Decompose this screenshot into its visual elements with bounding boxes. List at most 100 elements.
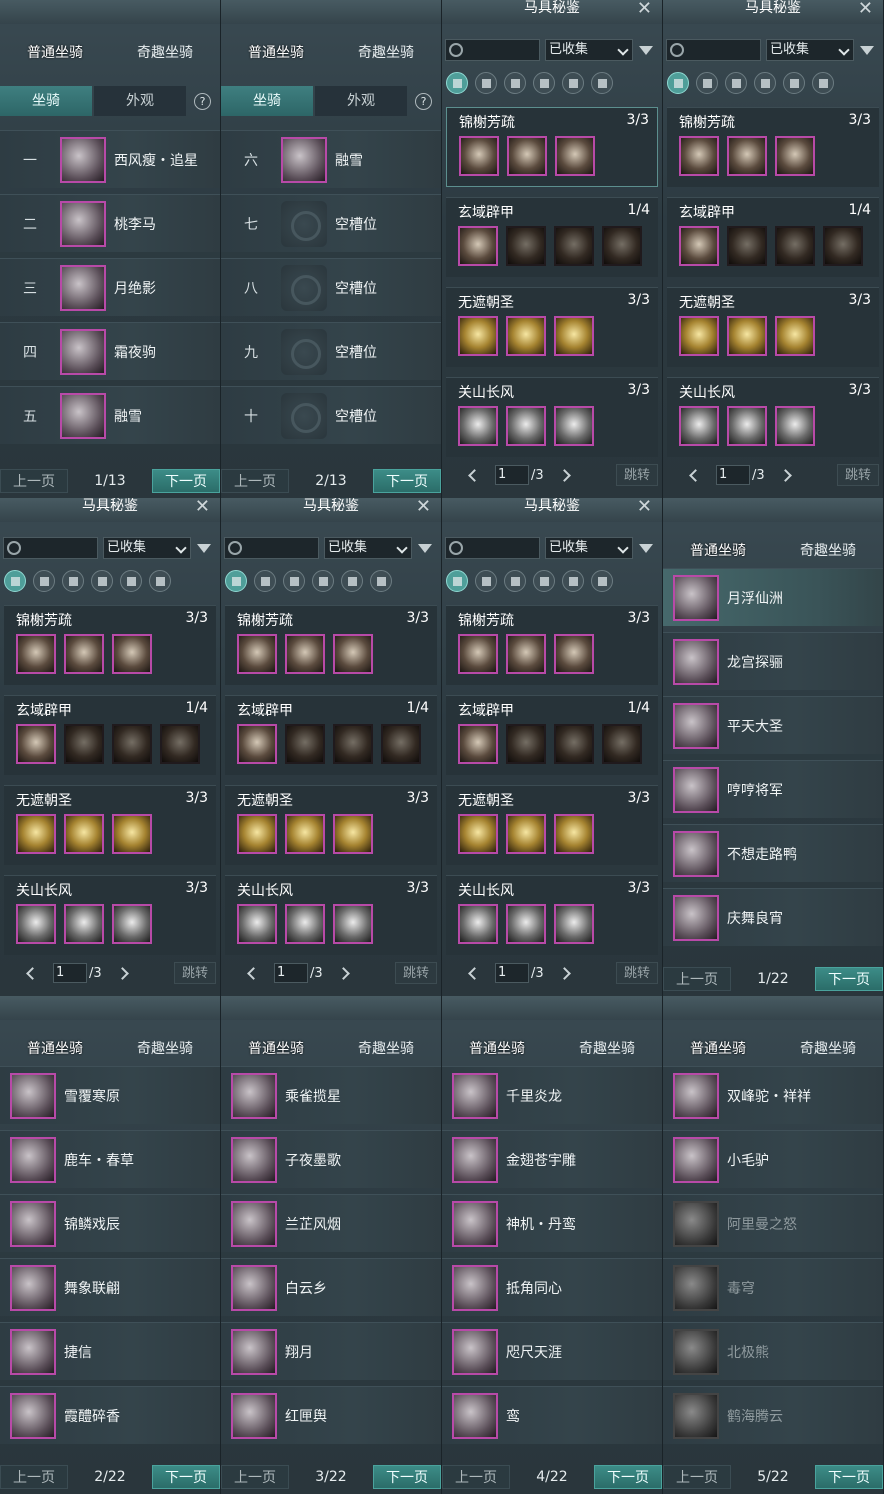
equipment-item[interactable] bbox=[775, 406, 815, 446]
equipment-item[interactable] bbox=[333, 634, 373, 674]
equipment-set[interactable]: 无遮朝圣 3/3 bbox=[446, 785, 658, 865]
mount-row[interactable]: 捷信 bbox=[0, 1322, 220, 1380]
mount-row[interactable]: 鹿车・春草 bbox=[0, 1130, 220, 1188]
equipment-item[interactable] bbox=[237, 904, 277, 944]
close-icon[interactable]: ✕ bbox=[195, 498, 210, 517]
mount-row[interactable]: 毒穹 bbox=[663, 1258, 883, 1316]
equipment-item[interactable] bbox=[458, 316, 498, 356]
tab-normal-mounts[interactable]: 普通坐骑 bbox=[242, 38, 310, 68]
equipment-item[interactable] bbox=[64, 634, 104, 674]
hoof-category-icon[interactable] bbox=[120, 570, 142, 592]
next-page-button[interactable]: 下一页 bbox=[372, 1465, 441, 1489]
search-input[interactable] bbox=[3, 537, 98, 559]
equipment-set[interactable]: 玄域辟甲 1/4 bbox=[446, 695, 658, 775]
collection-filter-select[interactable]: 已收集 bbox=[545, 39, 633, 61]
slot-row[interactable]: 一 西风瘦・追星 bbox=[0, 130, 220, 188]
bridle-category-icon[interactable] bbox=[591, 72, 613, 94]
equipment-set[interactable]: 锦榭芳疏 3/3 bbox=[225, 605, 437, 685]
saddle-category-icon[interactable] bbox=[754, 72, 776, 94]
tab-normal-mounts[interactable]: 普通坐骑 bbox=[684, 536, 752, 566]
equipment-item[interactable] bbox=[285, 634, 325, 674]
search-input[interactable] bbox=[666, 39, 761, 61]
mount-row[interactable]: 雪覆寒原 bbox=[0, 1066, 220, 1124]
equipment-item[interactable] bbox=[458, 814, 498, 854]
equipment-item[interactable] bbox=[333, 814, 373, 854]
head-category-icon[interactable] bbox=[504, 570, 526, 592]
equipment-set[interactable]: 锦榭芳疏 3/3 bbox=[446, 107, 658, 187]
help-icon[interactable]: ? bbox=[194, 92, 211, 110]
mount-row[interactable]: 红匣舆 bbox=[221, 1386, 441, 1444]
saddle-category-icon[interactable] bbox=[533, 570, 555, 592]
mount-row[interactable]: 乘雀揽星 bbox=[221, 1066, 441, 1124]
filter-icon[interactable] bbox=[639, 45, 653, 55]
equipment-set[interactable]: 锦榭芳疏 3/3 bbox=[667, 107, 879, 187]
equipment-item[interactable] bbox=[16, 634, 56, 674]
saddle-category-icon[interactable] bbox=[533, 72, 555, 94]
equipment-item[interactable] bbox=[112, 724, 152, 764]
jump-button[interactable]: 跳转 bbox=[174, 962, 216, 984]
hoof-category-icon[interactable] bbox=[562, 570, 584, 592]
hoof-category-icon[interactable] bbox=[562, 72, 584, 94]
prev-arrow-icon[interactable] bbox=[247, 966, 260, 980]
tab-normal-mounts[interactable]: 普通坐骑 bbox=[21, 1034, 89, 1064]
tab-special-mounts[interactable]: 奇趣坐骑 bbox=[352, 1034, 420, 1064]
next-page-button[interactable]: 下一页 bbox=[593, 1465, 662, 1489]
all-category-icon[interactable] bbox=[225, 570, 247, 592]
equipment-item[interactable] bbox=[554, 406, 594, 446]
grid-category-icon[interactable] bbox=[33, 570, 55, 592]
collection-filter-select[interactable]: 已收集 bbox=[545, 537, 633, 559]
mount-row[interactable]: 北极熊 bbox=[663, 1322, 883, 1380]
close-icon[interactable]: ✕ bbox=[416, 498, 431, 517]
equipment-item[interactable] bbox=[775, 316, 815, 356]
equipment-item[interactable] bbox=[506, 814, 546, 854]
filter-icon[interactable] bbox=[639, 543, 653, 553]
equipment-item[interactable] bbox=[112, 904, 152, 944]
equipment-set[interactable]: 无遮朝圣 3/3 bbox=[225, 785, 437, 865]
equipment-item[interactable] bbox=[333, 724, 373, 764]
mount-row[interactable]: 霞醴碎香 bbox=[0, 1386, 220, 1444]
tab-mount[interactable]: 坐骑 bbox=[0, 86, 92, 116]
equipment-item[interactable] bbox=[506, 226, 546, 266]
page-input[interactable]: 1 bbox=[495, 465, 529, 485]
slot-row[interactable]: 六 融雪 bbox=[221, 130, 441, 188]
equipment-item[interactable] bbox=[823, 226, 863, 266]
equipment-set[interactable]: 锦榭芳疏 3/3 bbox=[4, 605, 216, 685]
equipment-item[interactable] bbox=[237, 724, 277, 764]
tab-special-mounts[interactable]: 奇趣坐骑 bbox=[131, 1034, 199, 1064]
bridle-category-icon[interactable] bbox=[149, 570, 171, 592]
prev-page-button[interactable]: 上一页 bbox=[0, 1465, 68, 1489]
equipment-item[interactable] bbox=[459, 136, 499, 176]
equipment-item[interactable] bbox=[506, 634, 546, 674]
equipment-item[interactable] bbox=[727, 136, 767, 176]
bridle-category-icon[interactable] bbox=[370, 570, 392, 592]
tab-special-mounts[interactable]: 奇趣坐骑 bbox=[352, 38, 420, 68]
prev-arrow-icon[interactable] bbox=[468, 468, 481, 482]
head-category-icon[interactable] bbox=[504, 72, 526, 94]
close-icon[interactable]: ✕ bbox=[637, 498, 652, 517]
equipment-item[interactable] bbox=[554, 634, 594, 674]
equipment-set[interactable]: 关山长风 3/3 bbox=[225, 875, 437, 955]
mount-row[interactable]: 舞象联翩 bbox=[0, 1258, 220, 1316]
mount-row[interactable]: 龙宫探骊 bbox=[663, 632, 883, 690]
mount-row[interactable]: 抵角同心 bbox=[442, 1258, 662, 1316]
slot-row[interactable]: 八 空槽位 bbox=[221, 258, 441, 316]
equipment-item[interactable] bbox=[285, 904, 325, 944]
equipment-set[interactable]: 关山长风 3/3 bbox=[446, 875, 658, 955]
next-arrow-icon[interactable] bbox=[115, 966, 129, 980]
equipment-set[interactable]: 关山长风 3/3 bbox=[667, 377, 879, 457]
equipment-item[interactable] bbox=[16, 904, 56, 944]
search-input[interactable] bbox=[445, 39, 540, 61]
tab-appearance[interactable]: 外观 bbox=[94, 86, 186, 116]
bridle-category-icon[interactable] bbox=[591, 570, 613, 592]
slot-row[interactable]: 五 融雪 bbox=[0, 386, 220, 444]
mount-row[interactable]: 翔月 bbox=[221, 1322, 441, 1380]
prev-page-button[interactable]: 上一页 bbox=[221, 469, 289, 493]
mount-row[interactable]: 哼哼将军 bbox=[663, 760, 883, 818]
tab-normal-mounts[interactable]: 普通坐骑 bbox=[684, 1034, 752, 1064]
grid-category-icon[interactable] bbox=[254, 570, 276, 592]
equipment-item[interactable] bbox=[64, 814, 104, 854]
equipment-item[interactable] bbox=[237, 634, 277, 674]
mount-row[interactable]: 金翅苍宇雕 bbox=[442, 1130, 662, 1188]
prev-page-button[interactable]: 上一页 bbox=[221, 1465, 289, 1489]
prev-page-button[interactable]: 上一页 bbox=[663, 1465, 731, 1489]
